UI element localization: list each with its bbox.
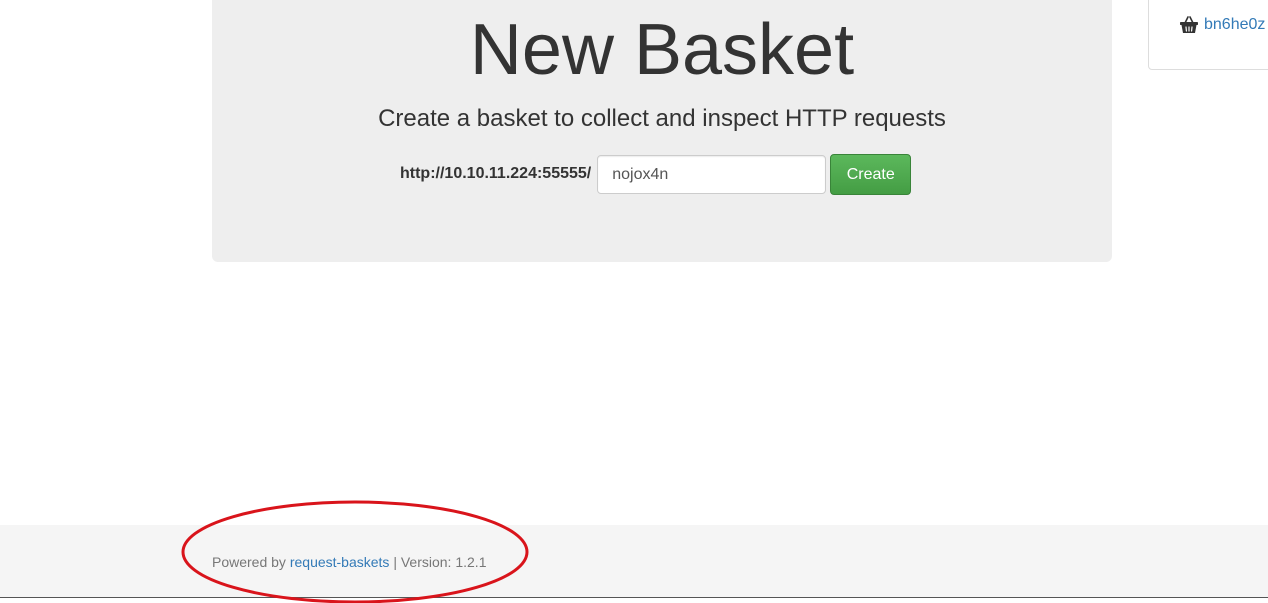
basket-link-bn6he0z[interactable]: bn6he0z <box>1179 16 1265 34</box>
my-baskets-panel: bn6he0z <box>1148 0 1268 70</box>
basket-icon <box>1180 16 1198 33</box>
new-basket-panel: New Basket Create a basket to collect an… <box>212 0 1112 262</box>
page-subtitle: Create a basket to collect and inspect H… <box>378 105 946 132</box>
create-basket-form: http://10.10.11.224:55555/ Create <box>400 154 912 195</box>
version-label: Version: <box>400 554 452 570</box>
request-baskets-link[interactable]: request-baskets <box>290 554 390 570</box>
basket-name: bn6he0z <box>1204 16 1266 33</box>
basket-name-input[interactable] <box>597 155 827 194</box>
footer: Powered by request-baskets | Version: 1.… <box>0 525 1268 598</box>
version-value: 1.2.1 <box>455 554 487 570</box>
powered-by-label: Powered by <box>212 554 286 570</box>
footer-text: Powered by request-baskets | Version: 1.… <box>212 554 486 570</box>
footer-separator: | <box>393 554 397 570</box>
page-title: New Basket <box>469 10 855 90</box>
base-url-label: http://10.10.11.224:55555/ <box>400 164 592 182</box>
create-button[interactable]: Create <box>830 154 912 195</box>
